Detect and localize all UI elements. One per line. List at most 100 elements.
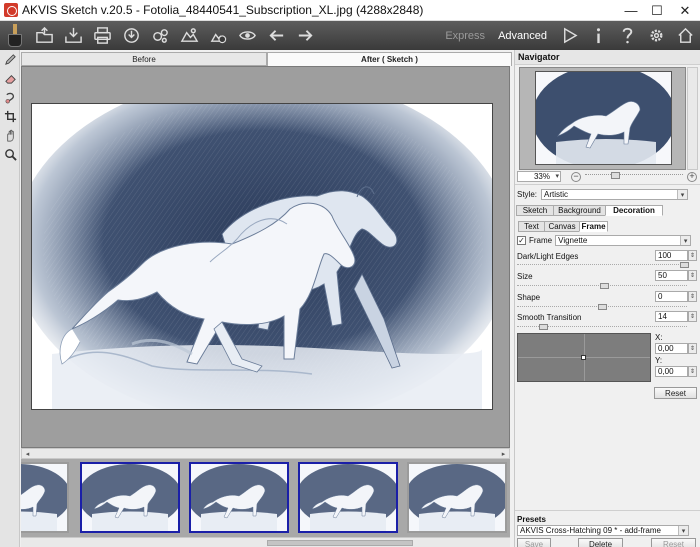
- scroll-left-icon[interactable]: ◂: [22, 449, 33, 458]
- express-mode-button[interactable]: Express: [445, 30, 485, 42]
- thumbnail[interactable]: [21, 462, 69, 533]
- navigator-scrollbar[interactable]: [687, 67, 698, 170]
- batch-icon[interactable]: [148, 23, 173, 48]
- tab-frame[interactable]: Frame: [579, 221, 608, 232]
- slider-knob[interactable]: [598, 304, 607, 310]
- spin-icon[interactable]: ⇕: [688, 250, 697, 261]
- save-preset-button[interactable]: Save: [517, 538, 551, 547]
- scroll-right-icon[interactable]: ▸: [498, 449, 509, 458]
- run-icon[interactable]: [557, 23, 582, 48]
- size-label: Size: [517, 272, 533, 281]
- thumbnail[interactable]: [407, 462, 507, 533]
- zoom-out-icon[interactable]: −: [571, 171, 581, 182]
- y-label: Y:: [655, 356, 663, 365]
- spin-icon[interactable]: ⇕: [688, 366, 697, 377]
- zoom-select[interactable]: 33%: [517, 171, 561, 182]
- hand-icon[interactable]: [0, 126, 20, 145]
- tab-text[interactable]: Text: [518, 221, 545, 232]
- reset-position-button[interactable]: Reset: [654, 387, 697, 399]
- frame-checkbox[interactable]: ✓: [517, 236, 526, 245]
- window-title: AKVIS Sketch v.20.5 - Fotolia_48440541_S…: [22, 3, 424, 17]
- tab-after[interactable]: After ( Sketch ): [267, 52, 512, 66]
- tab-background[interactable]: Background: [553, 205, 606, 216]
- pencil-icon[interactable]: [0, 50, 20, 69]
- thumbnail[interactable]: [298, 462, 398, 533]
- smooth-transition-label: Smooth Transition: [517, 313, 582, 322]
- chevron-down-icon: ▾: [678, 526, 688, 535]
- image-canvas[interactable]: [21, 66, 510, 448]
- print-icon[interactable]: [90, 23, 115, 48]
- advanced-mode-button[interactable]: Advanced: [498, 30, 547, 42]
- frame-type-value: Vignette: [558, 236, 588, 245]
- delete-preset-button[interactable]: Delete: [578, 538, 623, 547]
- main-toolbar: Express Advanced: [0, 21, 700, 50]
- smudge-icon[interactable]: [0, 88, 20, 107]
- tab-decoration[interactable]: Decoration: [605, 205, 663, 216]
- frame-type-select[interactable]: Vignette ▾: [555, 235, 692, 246]
- presets-value: AKVIS Cross-Hatching 09 * - add-frame: [520, 526, 661, 535]
- zoom-slider[interactable]: [585, 171, 683, 180]
- y-input[interactable]: 0,00: [655, 366, 688, 377]
- smooth-transition-slider[interactable]: [517, 324, 687, 332]
- zoom-slider-knob[interactable]: [611, 171, 620, 179]
- zoom-in-icon[interactable]: +: [687, 171, 697, 182]
- spin-icon[interactable]: ⇕: [688, 270, 697, 281]
- divider: [515, 184, 700, 185]
- undo-icon[interactable]: [264, 23, 289, 48]
- spin-icon[interactable]: ⇕: [688, 311, 697, 322]
- settings-icon[interactable]: [644, 23, 669, 48]
- maximize-button[interactable]: ☐: [642, 0, 672, 21]
- dark-light-edges-input[interactable]: 100: [655, 250, 688, 261]
- redo-icon[interactable]: [293, 23, 318, 48]
- tools-panel: [0, 50, 20, 547]
- navigator-view[interactable]: [519, 67, 686, 170]
- style-select[interactable]: Artistic ▾: [541, 189, 689, 200]
- frame-label: Frame: [529, 236, 553, 245]
- frame-position-grid[interactable]: [517, 333, 651, 382]
- info-icon[interactable]: [586, 23, 611, 48]
- zoom-row: 33% − +: [517, 170, 697, 183]
- tab-canvas[interactable]: Canvas: [544, 221, 580, 232]
- main-tabs: Sketch Background Decoration: [516, 205, 663, 216]
- spin-icon[interactable]: ⇕: [688, 343, 697, 354]
- app-icon: [4, 3, 18, 17]
- slider-knob[interactable]: [600, 283, 609, 289]
- slider-knob[interactable]: [539, 324, 548, 330]
- spin-icon[interactable]: ⇕: [688, 291, 697, 302]
- thumbnail[interactable]: [189, 462, 289, 533]
- share-icon[interactable]: [119, 23, 144, 48]
- eraser-icon[interactable]: [0, 69, 20, 88]
- sketch-image: [31, 103, 493, 410]
- slider-knob[interactable]: [680, 262, 689, 268]
- position-handle[interactable]: [581, 355, 586, 360]
- x-input[interactable]: 0,00: [655, 343, 688, 354]
- shape-input[interactable]: 0: [655, 291, 688, 302]
- export-icon[interactable]: [206, 23, 231, 48]
- crop-icon[interactable]: [0, 107, 20, 126]
- open-icon[interactable]: [32, 23, 57, 48]
- chevron-down-icon: ▾: [680, 236, 691, 245]
- help-icon[interactable]: [615, 23, 640, 48]
- plugin-settings-icon[interactable]: [177, 23, 202, 48]
- reset-preset-button[interactable]: Reset: [651, 538, 696, 547]
- preview-icon[interactable]: [235, 23, 260, 48]
- save-icon[interactable]: [61, 23, 86, 48]
- frame-row: ✓ Frame Vignette ▾: [517, 235, 692, 246]
- canvas-horizontal-scrollbar[interactable]: ◂ ▸: [21, 448, 510, 459]
- akvis-logo-icon: [6, 23, 24, 48]
- filmstrip-scrollbar[interactable]: [21, 537, 510, 547]
- thumbnail[interactable]: [80, 462, 180, 533]
- home-icon[interactable]: [673, 23, 698, 48]
- decoration-subtabs: Text Canvas Frame: [518, 221, 608, 232]
- zoom-icon[interactable]: [0, 145, 20, 164]
- presets-title: Presets: [517, 515, 546, 524]
- x-label: X:: [655, 333, 663, 342]
- tab-sketch[interactable]: Sketch: [516, 205, 554, 216]
- presets-select[interactable]: AKVIS Cross-Hatching 09 * - add-frame ▾: [517, 525, 689, 536]
- filmstrip-scroll-thumb[interactable]: [267, 540, 413, 546]
- size-input[interactable]: 50: [655, 270, 688, 281]
- tab-before[interactable]: Before: [21, 52, 267, 66]
- smooth-transition-input[interactable]: 14: [655, 311, 688, 322]
- style-row: Style: Artistic ▾: [517, 189, 689, 200]
- close-button[interactable]: ✕: [670, 0, 700, 21]
